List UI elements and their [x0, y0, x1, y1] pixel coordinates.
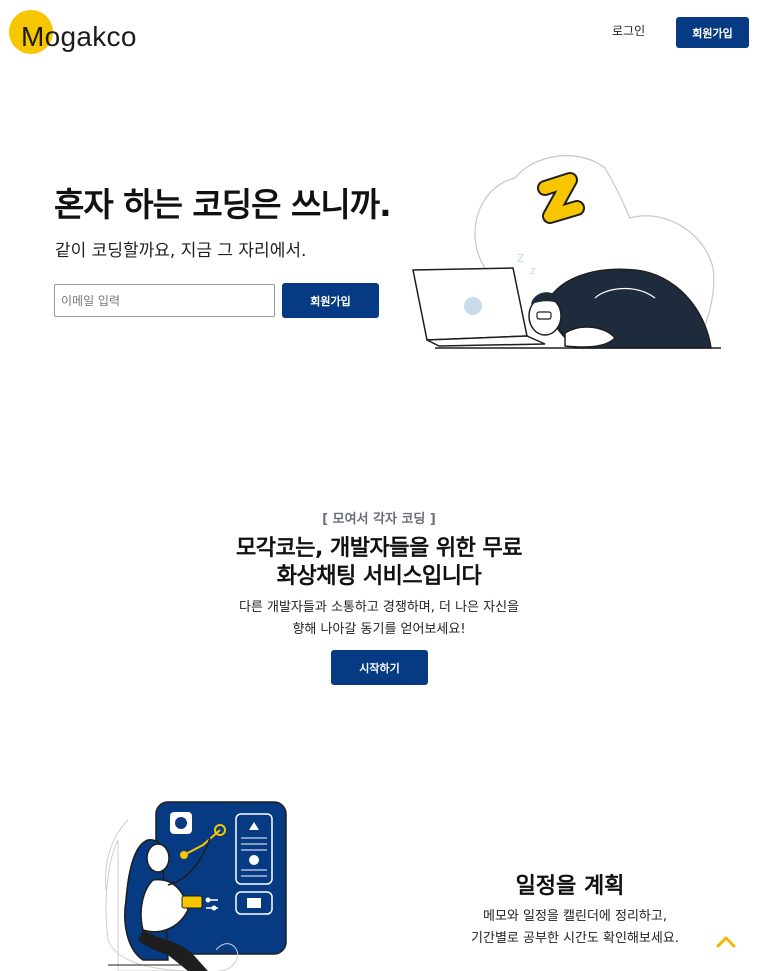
hero-subtitle: 같이 코딩할까요, 지금 그 자리에서. [55, 241, 307, 261]
plan-title: 일정을 계획 [515, 874, 625, 899]
scroll-to-top-button[interactable] [713, 928, 739, 954]
header-signup-button[interactable]: 회원가입 [676, 17, 749, 48]
intro-title: 모각코는, 개발자들을 위한 무료 화상채팅 서비스입니다 [0, 535, 758, 591]
intro-description: 다른 개발자들과 소통하고 경쟁하며, 더 나은 자신을 향해 나아갈 동기를 … [0, 597, 758, 641]
section-tag: [ 모여서 각자 코딩 ] [322, 512, 436, 527]
start-button[interactable]: 시작하기 [331, 650, 428, 685]
plan-desc-line1: 메모와 일정을 캘린더에 정리하고, [483, 909, 667, 924]
intro-title-line1: 모각코는, 개발자들을 위한 무료 [236, 536, 522, 561]
logo-text: Mogakco [21, 21, 137, 52]
hero-title: 혼자 하는 코딩은 쓰니까. [54, 185, 392, 224]
logo[interactable]: Mogakco [9, 10, 149, 56]
planning-illustration [104, 801, 287, 971]
plan-description: 메모와 일정을 캘린더에 정리하고, 기간별로 공부한 시간도 확인해보세요. [430, 906, 720, 950]
site-header: Mogakco 로그인 회원가입 [0, 0, 758, 70]
intro-desc-line2: 향해 나아갈 동기를 얻어보세요! [292, 622, 466, 637]
intro-title-line2: 화상채팅 서비스입니다 [276, 564, 482, 589]
sleeping-developer-illustration: z z [412, 155, 721, 349]
plan-desc-line2: 기간별로 공부한 시간도 확인해보세요. [471, 931, 679, 946]
chevron-up-icon [716, 936, 736, 948]
login-link[interactable]: 로그인 [612, 22, 645, 39]
email-input[interactable] [54, 284, 275, 317]
hero-signup-button[interactable]: 회원가입 [282, 283, 379, 318]
intro-desc-line1: 다른 개발자들과 소통하고 경쟁하며, 더 나은 자신을 [238, 600, 520, 615]
small-z-icon: z [517, 250, 524, 266]
small-z-icon: z [530, 264, 536, 277]
